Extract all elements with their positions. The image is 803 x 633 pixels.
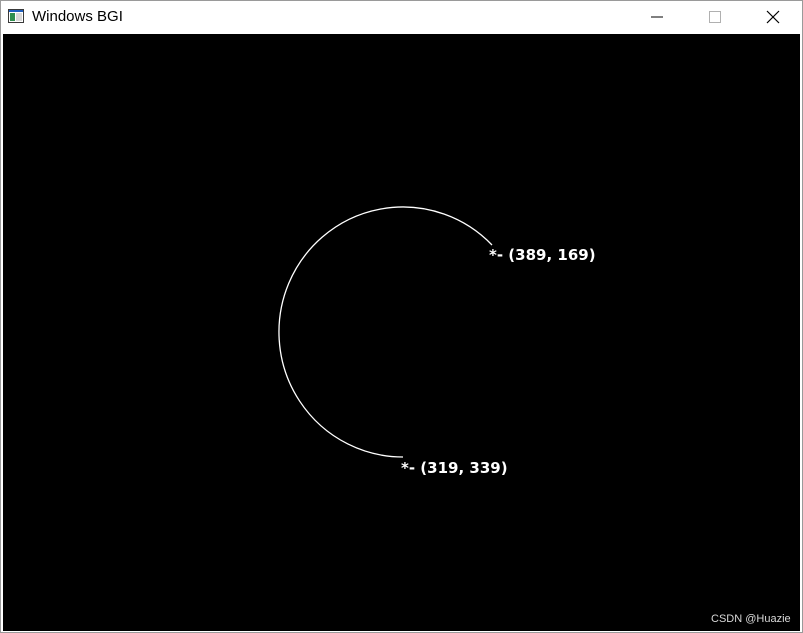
maximize-icon bbox=[709, 11, 721, 23]
app-icon[interactable] bbox=[8, 9, 24, 23]
close-icon bbox=[766, 10, 780, 24]
title-bar[interactable]: Windows BGI bbox=[1, 1, 802, 33]
window-title: Windows BGI bbox=[32, 8, 123, 25]
drawing-surface bbox=[278, 206, 493, 458]
arc-start-label: *- (319, 339) bbox=[401, 459, 508, 477]
windows-bgi-window: Windows BGI *- (389, 169) *- (319, 339) … bbox=[0, 0, 803, 633]
minimize-button[interactable] bbox=[628, 1, 686, 33]
arc-end-label: *- (389, 169) bbox=[489, 246, 596, 264]
bgi-drawing-canvas[interactable]: *- (389, 169) *- (319, 339) CSDN @Huazie bbox=[3, 34, 800, 631]
minimize-icon bbox=[651, 16, 663, 18]
close-button[interactable] bbox=[744, 1, 802, 33]
maximize-button[interactable] bbox=[686, 1, 744, 33]
arc-drawing bbox=[278, 206, 493, 458]
csdn-watermark: CSDN @Huazie bbox=[711, 613, 791, 625]
